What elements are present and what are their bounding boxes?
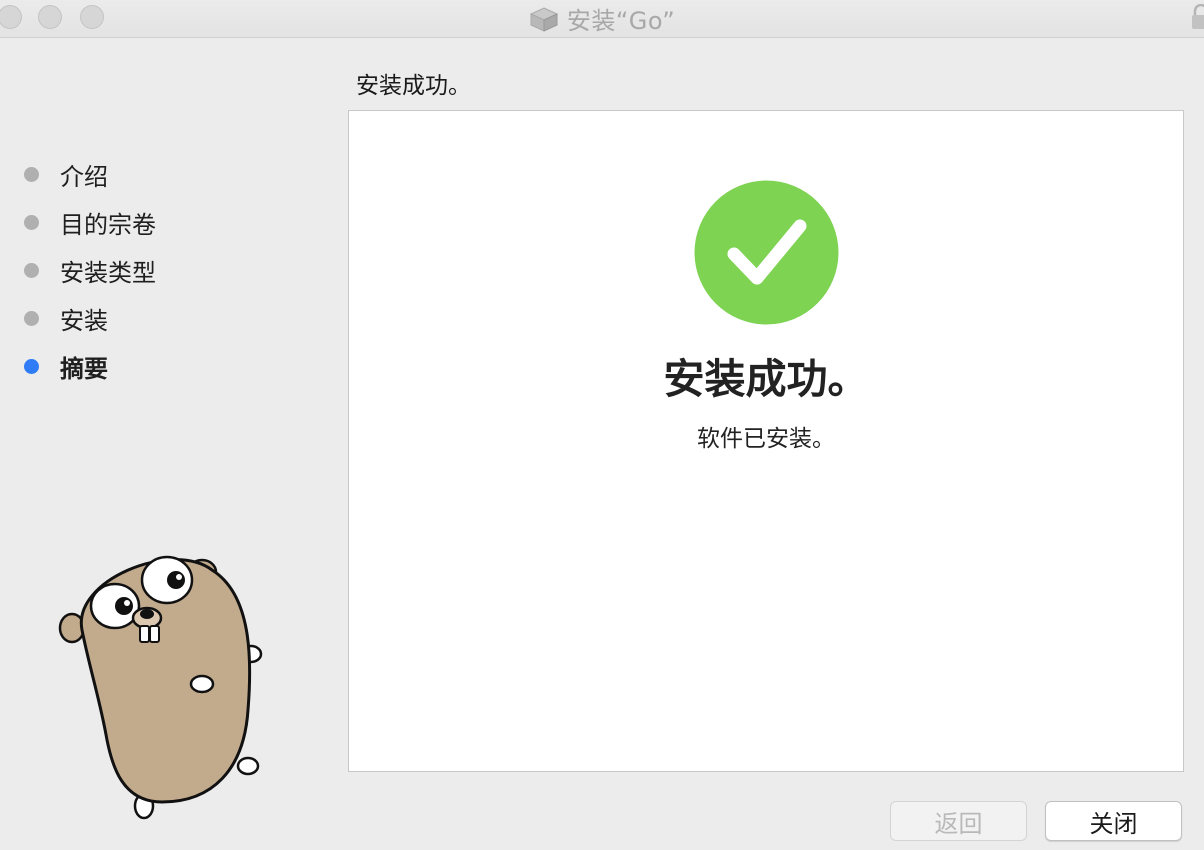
step-status-dot xyxy=(24,214,39,230)
step-installation: 安装 xyxy=(24,294,156,342)
step-destination-volume: 目的宗卷 xyxy=(24,198,156,246)
go-gopher-mascot xyxy=(58,555,263,820)
content-panel: 安装成功。 软件已安装。 xyxy=(348,110,1184,772)
success-subtitle: 软件已安装。 xyxy=(697,426,835,452)
step-installation-type: 安装类型 xyxy=(24,246,156,294)
step-label: 摘要 xyxy=(60,354,108,383)
close-button[interactable]: 关闭 xyxy=(1045,801,1182,841)
back-button[interactable]: 返回 xyxy=(890,801,1027,841)
step-status-dot xyxy=(24,262,39,278)
step-label: 目的宗卷 xyxy=(60,210,156,239)
step-status-dot xyxy=(24,310,39,326)
window-title-group: 安装“Go” xyxy=(0,0,1204,37)
lock-icon xyxy=(1192,4,1204,29)
zoom-window-button[interactable] xyxy=(80,5,104,29)
page-title: 安装成功。 xyxy=(356,73,471,99)
success-title: 安装成功。 xyxy=(663,355,869,403)
step-label: 安装类型 xyxy=(60,258,156,287)
step-summary: 摘要 xyxy=(24,342,156,390)
step-introduction: 介绍 xyxy=(24,150,156,198)
package-icon xyxy=(529,6,559,32)
step-status-dot xyxy=(24,166,39,182)
step-label: 介绍 xyxy=(60,162,108,191)
minimize-window-button[interactable] xyxy=(38,5,62,29)
checkmark-circle-icon xyxy=(694,180,839,325)
installer-steps-list: 介绍 目的宗卷 安装类型 安装 摘要 xyxy=(24,150,156,390)
title-bar: 安装“Go” xyxy=(0,0,1204,38)
step-label: 安装 xyxy=(60,306,108,335)
installer-window: 安装“Go” 安装成功。 介绍 目的宗卷 安装类型 安装 摘要 安装成功。 软件… xyxy=(0,0,1204,850)
step-status-dot-active xyxy=(24,358,39,374)
window-title: 安装“Go” xyxy=(566,7,676,35)
close-window-button[interactable] xyxy=(0,5,22,29)
